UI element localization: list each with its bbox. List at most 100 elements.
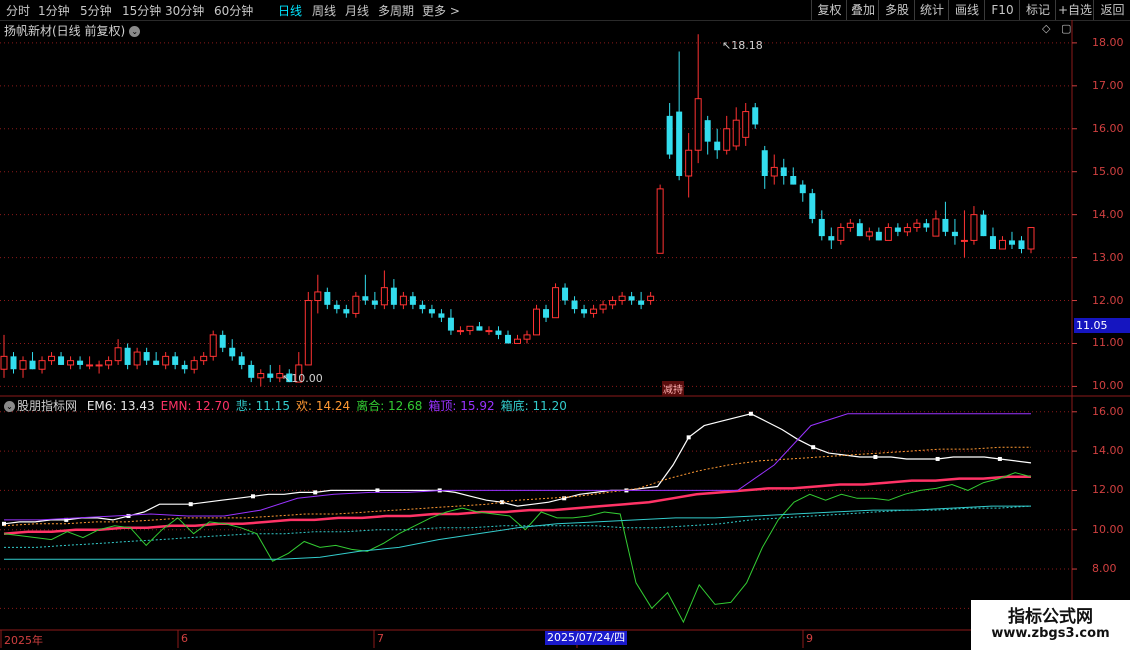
indicator-axis-label: 12.00 xyxy=(1092,483,1124,497)
em6-marker xyxy=(935,456,940,461)
series-离合 xyxy=(3,472,1032,624)
candle-body-up xyxy=(380,287,388,306)
em6-marker xyxy=(748,411,753,416)
indicator-values: EM6: 13.43 EMN: 12.70 悲: 11.15 欢: 14.24 离合: … xyxy=(87,399,573,413)
em6-marker xyxy=(686,435,691,440)
candle-body-up xyxy=(590,308,598,314)
candle-body-up xyxy=(723,128,731,151)
candle-body-up xyxy=(523,334,531,340)
candle-body-up xyxy=(970,214,978,241)
candle-body-down xyxy=(267,373,274,378)
candle-body-down xyxy=(390,287,397,305)
candle-body-down xyxy=(248,364,255,378)
candle-body-down xyxy=(799,184,806,194)
em6-marker xyxy=(126,513,131,518)
candle-body-down xyxy=(780,167,787,176)
candle-body-down xyxy=(571,300,578,310)
candle-body-up xyxy=(114,347,122,362)
candle-body-down xyxy=(409,296,416,305)
candle-body-up xyxy=(48,355,56,362)
candle-body-down xyxy=(143,352,150,361)
candle-body-down xyxy=(333,304,340,310)
candle-body-down xyxy=(704,120,711,142)
candle-body-up xyxy=(960,239,968,242)
candle-body-up xyxy=(19,360,27,370)
chevron-down-icon[interactable]: ⌄ xyxy=(4,401,15,412)
candle-body-up xyxy=(485,330,493,333)
date-tick-label: 2025年 xyxy=(4,634,43,647)
candle-body-up xyxy=(67,360,75,366)
candle-body-up xyxy=(618,295,626,302)
candle-body-up xyxy=(133,351,141,366)
indicator-name: 股朋指标网 xyxy=(17,399,78,413)
candle-body-up xyxy=(466,325,474,332)
grid-layer xyxy=(0,20,1130,650)
candle-body-up xyxy=(190,360,198,370)
candle-body-down xyxy=(923,223,930,228)
candle-body-down xyxy=(153,360,160,365)
em6-marker xyxy=(188,502,193,507)
candle-body-down xyxy=(504,334,511,344)
candle-body-up xyxy=(865,231,873,237)
candle-body-up xyxy=(38,360,46,370)
price-axis-label: 17.00 xyxy=(1092,78,1124,92)
candle-body-up xyxy=(162,355,170,366)
candle-body-up xyxy=(770,166,778,177)
candle-body-down xyxy=(752,107,759,125)
candle-body-up xyxy=(95,364,103,367)
candle-body-up xyxy=(304,300,312,366)
candle-body-up xyxy=(599,304,607,310)
candle-body-down xyxy=(324,291,331,305)
candle-body-down xyxy=(419,304,426,310)
candle-body-up xyxy=(200,355,208,362)
candle-body-down xyxy=(894,227,901,232)
date-tick-label: 6 xyxy=(181,632,188,645)
candle-body-up xyxy=(732,119,740,147)
candle-body-down xyxy=(124,347,131,365)
candle-body-down xyxy=(238,356,245,365)
em6-marker xyxy=(375,488,380,493)
candle-body-down xyxy=(581,309,588,314)
chart-canvas[interactable] xyxy=(0,0,1130,650)
indicator-axis-label: 16.00 xyxy=(1092,404,1124,418)
indicator-value-1: EMN: 12.70 xyxy=(160,399,230,413)
candle-body-up xyxy=(0,355,8,370)
high-price-value: 18.18 xyxy=(731,39,763,52)
candle-body-up xyxy=(514,338,521,344)
candle-body-down xyxy=(219,334,226,348)
candle-body-down xyxy=(638,300,645,305)
indicator-layer xyxy=(2,411,1032,624)
candle-body-down xyxy=(371,300,378,305)
watermark: 指标公式网 www.zbgs3.com xyxy=(971,600,1130,650)
low-price-label: ↖10.00 xyxy=(282,372,323,385)
candle-body-up xyxy=(399,295,407,306)
date-tick-label: 9 xyxy=(806,632,813,645)
current-price-tag: 11.05 xyxy=(1074,318,1130,333)
candle-body-up xyxy=(86,364,94,367)
candle-body-down xyxy=(343,309,350,314)
event-marker[interactable]: 减持 xyxy=(662,381,684,396)
price-axis-label: 12.00 xyxy=(1092,293,1124,307)
candle-body-down xyxy=(10,356,17,370)
price-axis-label: 11.00 xyxy=(1092,336,1124,350)
candle-body-up xyxy=(998,239,1006,250)
price-axis-label: 14.00 xyxy=(1092,207,1124,221)
candle-body-down xyxy=(666,115,673,155)
watermark-url: www.zbgs3.com xyxy=(991,626,1110,641)
indicator-axis-label: 10.00 xyxy=(1092,522,1124,536)
candle-body-down xyxy=(828,236,835,241)
candle-body-up xyxy=(105,360,113,366)
candle-body-down xyxy=(29,360,36,370)
candle-body-up xyxy=(609,300,617,306)
em6-marker xyxy=(811,445,816,450)
candle-body-down xyxy=(543,309,550,318)
candle-body-down xyxy=(172,356,179,365)
candle-body-down xyxy=(1008,240,1015,245)
em6-marker xyxy=(313,490,318,495)
candle-body-down xyxy=(980,214,987,237)
indicator-value-4: 离合: 12.68 xyxy=(356,399,423,413)
series-EM6 xyxy=(3,413,1032,525)
candle-body-down xyxy=(628,296,635,301)
candle-body-up xyxy=(1027,227,1035,250)
em6-marker xyxy=(997,456,1002,461)
